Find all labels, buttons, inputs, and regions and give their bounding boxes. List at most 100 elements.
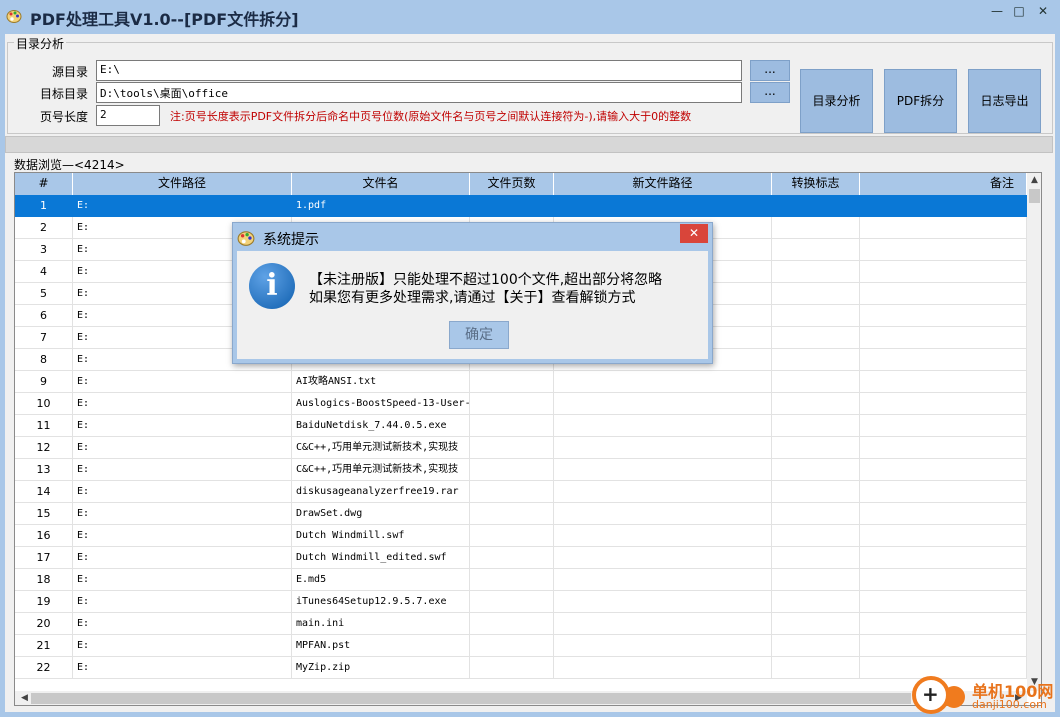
table-row[interactable]: 12 E: C&C++,巧用单元测试新技术,实现技: [15, 437, 1027, 459]
scroll-up-icon[interactable]: ▲: [1027, 175, 1041, 185]
vertical-scrollbar[interactable]: ▲ ▼: [1027, 173, 1041, 691]
cell-index: 11: [15, 415, 73, 437]
cell-new-path: [554, 415, 772, 437]
table-row[interactable]: 17 E: Dutch Windmill_edited.swf: [15, 547, 1027, 569]
log-export-button[interactable]: 日志导出: [968, 69, 1041, 133]
dialog-ok-button[interactable]: 确定: [449, 321, 509, 349]
cell-file-name: main.ini: [292, 613, 470, 635]
table-row[interactable]: 1 E: 1.pdf: [15, 195, 1027, 217]
cell-page-count: [470, 459, 554, 481]
maximize-button[interactable]: □: [1008, 2, 1030, 20]
cell-remark: [860, 569, 1027, 591]
directory-analysis-group: 目录分析 源目录 E:\ ... 目标目录 D:\tools\桌面\office…: [7, 35, 1053, 134]
cell-new-path: [554, 393, 772, 415]
cell-remark: [860, 283, 1027, 305]
dialog-palette-icon: [237, 231, 255, 246]
cell-index: 21: [15, 635, 73, 657]
cell-new-path: [554, 569, 772, 591]
cell-index: 14: [15, 481, 73, 503]
window-title: PDF处理工具V1.0--[PDF文件拆分]: [30, 10, 299, 29]
cell-file-name: MyZip.zip: [292, 657, 470, 679]
cell-convert-flag: [772, 217, 860, 239]
cell-convert-flag: [772, 327, 860, 349]
cell-file-path: E:: [73, 459, 292, 481]
target-dir-input[interactable]: D:\tools\桌面\office: [96, 82, 742, 103]
cell-remark: [860, 481, 1027, 503]
progress-strip: [5, 136, 1053, 153]
table-row[interactable]: 9 E: AI攻略ANSI.txt: [15, 371, 1027, 393]
cell-convert-flag: [772, 305, 860, 327]
table-row[interactable]: 21 E: MPFAN.pst: [15, 635, 1027, 657]
cell-convert-flag: [772, 261, 860, 283]
page-length-input[interactable]: 2: [96, 105, 160, 126]
cell-index: 15: [15, 503, 73, 525]
cell-index: 5: [15, 283, 73, 305]
table-row[interactable]: 11 E: BaiduNetdisk_7.44.0.5.exe: [15, 415, 1027, 437]
cell-file-path: E:: [73, 415, 292, 437]
col-header-remark[interactable]: 备注: [860, 173, 1027, 195]
col-header-page-count[interactable]: 文件页数: [470, 173, 554, 195]
col-header-index[interactable]: #: [15, 173, 73, 195]
horizontal-scroll-thumb[interactable]: [31, 693, 911, 704]
cell-remark: [860, 415, 1027, 437]
table-row[interactable]: 19 E: iTunes64Setup12.9.5.7.exe: [15, 591, 1027, 613]
cell-convert-flag: [772, 635, 860, 657]
cell-file-name: diskusageanalyzerfree19.rar: [292, 481, 470, 503]
analyze-button[interactable]: 目录分析: [800, 69, 873, 133]
cell-new-path: [554, 481, 772, 503]
cell-index: 1: [15, 195, 73, 217]
cell-index: 19: [15, 591, 73, 613]
table-row[interactable]: 13 E: C&C++,巧用单元测试新技术,实现技: [15, 459, 1027, 481]
col-header-file-path[interactable]: 文件路径: [73, 173, 292, 195]
table-row[interactable]: 15 E: DrawSet.dwg: [15, 503, 1027, 525]
col-header-new-path[interactable]: 新文件路径: [554, 173, 772, 195]
source-dir-input[interactable]: E:\: [96, 60, 742, 81]
cell-file-path: E:: [73, 613, 292, 635]
vertical-scroll-thumb[interactable]: [1029, 189, 1040, 203]
cell-convert-flag: [772, 437, 860, 459]
client-area: 目录分析 源目录 E:\ ... 目标目录 D:\tools\桌面\office…: [5, 34, 1055, 712]
table-row[interactable]: 16 E: Dutch Windmill.swf: [15, 525, 1027, 547]
cell-page-count: [470, 371, 554, 393]
cell-remark: [860, 503, 1027, 525]
cell-remark: [860, 613, 1027, 635]
cell-remark: [860, 217, 1027, 239]
minimize-button[interactable]: —: [986, 2, 1008, 20]
cell-remark: [860, 393, 1027, 415]
cell-remark: [860, 591, 1027, 613]
page-length-label: 页号长度: [39, 110, 88, 124]
cell-page-count: [470, 657, 554, 679]
table-row[interactable]: 14 E: diskusageanalyzerfree19.rar: [15, 481, 1027, 503]
cell-file-name: C&C++,巧用单元测试新技术,实现技: [292, 459, 470, 481]
cell-remark: [860, 349, 1027, 371]
source-browse-button[interactable]: ...: [750, 60, 790, 81]
data-browse-label: 数据浏览—<4214>: [14, 158, 125, 172]
cell-file-name: BaiduNetdisk_7.44.0.5.exe: [292, 415, 470, 437]
group-label: 目录分析: [14, 35, 67, 52]
cell-remark: [860, 525, 1027, 547]
cell-page-count: [470, 481, 554, 503]
cell-file-path: E:: [73, 437, 292, 459]
cell-file-path: E:: [73, 195, 292, 217]
target-browse-button[interactable]: ...: [750, 82, 790, 103]
table-row[interactable]: 22 E: MyZip.zip: [15, 657, 1027, 679]
dialog-close-button[interactable]: ✕: [680, 224, 708, 243]
cell-new-path: [554, 635, 772, 657]
table-row[interactable]: 10 E: Auslogics-BoostSpeed-13-User-G: [15, 393, 1027, 415]
cell-convert-flag: [772, 547, 860, 569]
cell-file-name: 1.pdf: [292, 195, 470, 217]
horizontal-scrollbar[interactable]: ◀ ▶: [15, 691, 1027, 705]
watermark-plus-icon: +: [922, 682, 939, 706]
col-header-convert-flag[interactable]: 转换标志: [772, 173, 860, 195]
pdf-split-button[interactable]: PDF拆分: [884, 69, 957, 133]
cell-remark: [860, 437, 1027, 459]
close-window-button[interactable]: ✕: [1032, 2, 1054, 20]
col-header-file-name[interactable]: 文件名: [292, 173, 470, 195]
scroll-left-icon[interactable]: ◀: [17, 693, 32, 703]
table-row[interactable]: 18 E: E.md5: [15, 569, 1027, 591]
cell-convert-flag: [772, 569, 860, 591]
cell-index: 7: [15, 327, 73, 349]
cell-remark: [860, 327, 1027, 349]
table-row[interactable]: 20 E: main.ini: [15, 613, 1027, 635]
cell-file-path: E:: [73, 547, 292, 569]
